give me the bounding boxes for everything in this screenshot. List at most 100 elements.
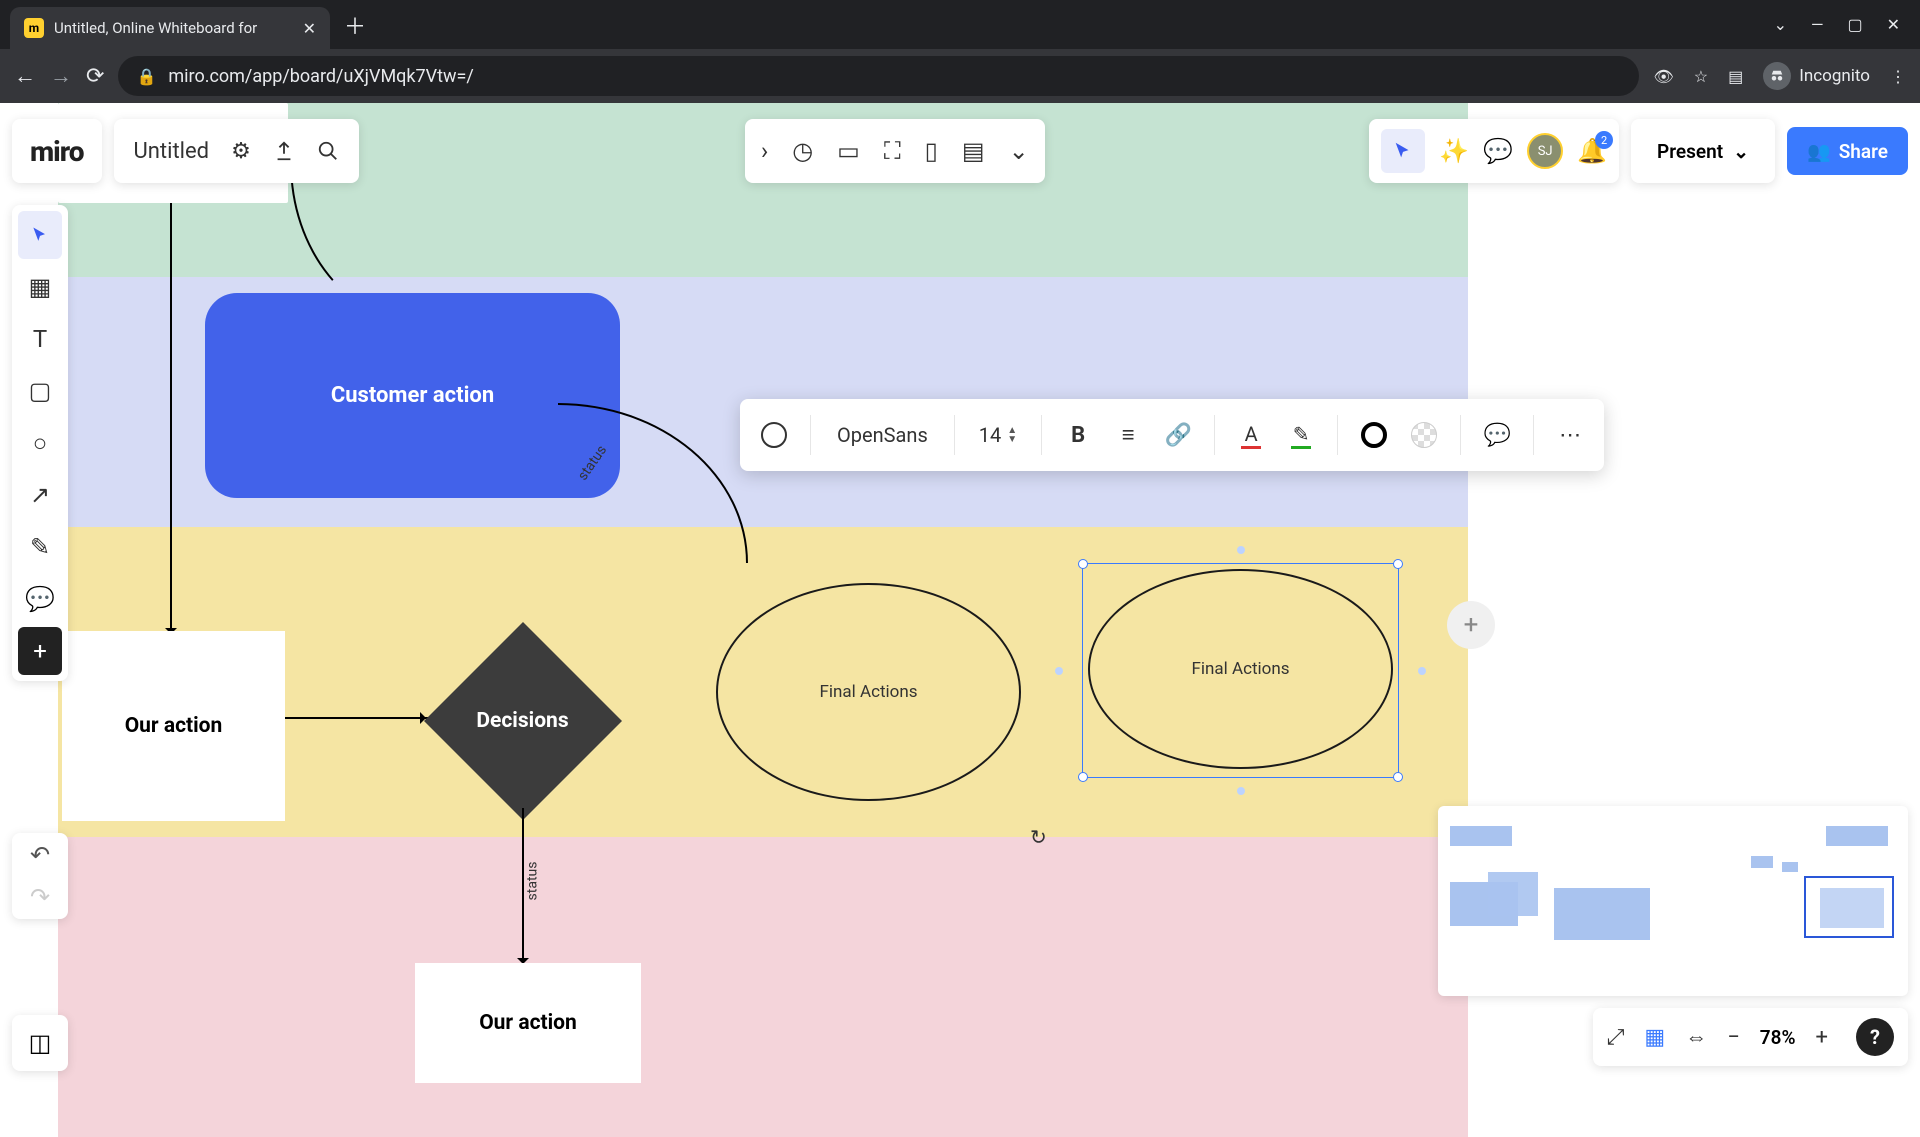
redo-icon[interactable]: ↷ (30, 883, 50, 911)
connector-tool[interactable]: ↗ (18, 471, 62, 519)
resize-handle[interactable] (1078, 772, 1088, 782)
shape-tool[interactable]: ○ (18, 419, 62, 467)
comment-icon[interactable]: 💬 (1483, 137, 1513, 165)
close-tab-icon[interactable]: ✕ (303, 19, 316, 38)
help-button[interactable]: ? (1856, 1018, 1894, 1056)
reading-list-icon[interactable]: ▤ (1728, 67, 1743, 86)
bold-button[interactable]: B (1058, 413, 1098, 457)
reload-icon[interactable]: ⟳ (86, 64, 104, 89)
resize-handle[interactable] (1078, 559, 1088, 569)
search-icon[interactable] (317, 140, 339, 162)
pen-tool[interactable]: ✎ (18, 523, 62, 571)
fullscreen-icon[interactable]: ⤢ (1607, 1025, 1625, 1050)
highlight-button[interactable]: ✎ (1281, 413, 1321, 457)
add-connected-shape-button[interactable]: + (1447, 601, 1495, 649)
zoom-in-icon[interactable]: + (1816, 1025, 1828, 1050)
rotate-handle-icon[interactable]: ↻ (1030, 825, 1047, 849)
board-title[interactable]: Untitled (134, 139, 210, 164)
maximize-icon[interactable]: ▢ (1847, 15, 1862, 34)
back-icon[interactable]: ← (14, 63, 36, 89)
url-input[interactable]: 🔒 miro.com/app/board/uXjVMqk7Vtw=/ (118, 56, 1639, 96)
kebab-menu-icon[interactable]: ⋮ (1890, 67, 1906, 86)
connector-arrow[interactable] (285, 717, 430, 719)
templates-tool[interactable]: ▦ (18, 263, 62, 311)
top-toolbar: › ◷ ▭ ⛶ ▯ ▤ ⌄ (745, 119, 1045, 183)
tab-title: Untitled, Online Whiteboard for (54, 19, 293, 37)
font-size-stepper[interactable]: ▲▼ (1007, 426, 1017, 444)
sticky-note-tool[interactable]: ▢ (18, 367, 62, 415)
fill-color-button[interactable] (1404, 413, 1444, 457)
our-action-shape[interactable]: Our action (415, 963, 641, 1083)
font-family-dropdown[interactable]: OpenSans (827, 413, 938, 457)
link-button[interactable]: 🔗 (1158, 413, 1198, 457)
add-comment-button[interactable]: 💬 (1477, 413, 1517, 457)
add-more-tool[interactable]: + (18, 627, 62, 675)
resize-handle[interactable] (1393, 772, 1403, 782)
voting-icon[interactable]: ▯ (925, 137, 938, 165)
minimize-icon[interactable]: ― (1811, 15, 1824, 34)
focus-icon[interactable]: ⛶ (884, 137, 901, 165)
more-icon[interactable]: ⌄ (1009, 137, 1029, 165)
undo-icon[interactable]: ↶ (30, 841, 50, 869)
incognito-indicator[interactable]: Incognito (1763, 62, 1870, 90)
resize-handle[interactable] (1393, 559, 1403, 569)
chevron-down-icon[interactable]: ⌄ (1774, 15, 1787, 34)
present-dropdown[interactable]: Present ⌄ (1631, 119, 1775, 183)
miro-app: Customer action status Our action Decisi… (0, 103, 1920, 1080)
notifications-icon[interactable]: 🔔 2 (1577, 137, 1607, 165)
minimap-toggle-icon[interactable]: ▦ (1644, 1025, 1665, 1050)
swimlane[interactable] (58, 837, 1468, 1137)
forward-icon[interactable]: → (50, 63, 72, 89)
notification-badge: 2 (1595, 131, 1613, 149)
browser-tab[interactable]: m Untitled, Online Whiteboard for ✕ (10, 7, 330, 49)
border-color-button[interactable] (1354, 413, 1394, 457)
connector-label[interactable]: status (524, 862, 540, 901)
connector-arrow[interactable] (170, 203, 172, 638)
zoom-percent[interactable]: 78% (1760, 1026, 1796, 1049)
presentation-icon[interactable]: ▭ (837, 137, 860, 165)
miro-favicon: m (24, 18, 44, 38)
zoom-out-icon[interactable]: − (1727, 1025, 1740, 1050)
frames-panel-button[interactable]: ◫ (12, 1015, 68, 1071)
more-options-button[interactable]: ⋯ (1550, 413, 1590, 457)
select-tool-button[interactable] (1381, 129, 1425, 173)
close-window-icon[interactable]: ✕ (1887, 15, 1900, 34)
new-tab-button[interactable]: ＋ (344, 9, 366, 41)
our-action-shape[interactable]: Our action (62, 631, 285, 821)
comment-tool[interactable]: 💬 (18, 575, 62, 623)
notes-icon[interactable]: ▤ (962, 137, 985, 165)
settings-icon[interactable]: ⚙ (231, 139, 251, 164)
zoom-controls: ⤢ ▦ ⇔ − 78% + ? (1593, 1008, 1908, 1066)
chevron-right-icon[interactable]: › (761, 137, 768, 165)
window-controls: ⌄ ― ▢ ✕ (1774, 15, 1920, 34)
bookmark-icon[interactable]: ☆ (1694, 67, 1708, 86)
minimap[interactable] (1438, 806, 1908, 996)
share-button[interactable]: 👥 Share (1787, 127, 1908, 175)
align-button[interactable]: ≡ (1108, 413, 1148, 457)
final-actions-shape[interactable]: Final Actions (716, 583, 1021, 801)
timer-icon[interactable]: ◷ (792, 137, 813, 165)
miro-logo[interactable]: miro (12, 119, 102, 183)
edge-handle[interactable] (1237, 546, 1245, 554)
select-tool[interactable] (18, 211, 62, 259)
font-size-input[interactable]: 14 ▲▼ (971, 413, 1025, 457)
undo-redo-panel: ↶ ↷ (12, 833, 68, 919)
shape-label: Our action (125, 714, 223, 738)
collab-toolbar: ✨ 💬 SJ 🔔 2 (1369, 119, 1619, 183)
edge-handle[interactable] (1418, 667, 1426, 675)
reactions-icon[interactable]: ✨ (1439, 137, 1469, 165)
logo-text: miro (30, 135, 84, 168)
export-icon[interactable] (273, 140, 295, 162)
font-size-value: 14 (979, 423, 1001, 447)
edge-handle[interactable] (1237, 787, 1245, 795)
decisions-shape[interactable]: Decisions (425, 623, 620, 818)
text-tool[interactable]: T (18, 315, 62, 363)
fit-icon[interactable]: ⇔ (1685, 1024, 1707, 1050)
edge-handle[interactable] (1055, 667, 1063, 675)
text-color-button[interactable]: A (1231, 413, 1271, 457)
shape-type-button[interactable] (754, 413, 794, 457)
people-icon: 👥 (1807, 140, 1831, 163)
eye-off-icon[interactable]: 👁 (1653, 67, 1673, 86)
avatar-initials: SJ (1538, 144, 1553, 159)
user-avatar[interactable]: SJ (1527, 133, 1563, 169)
